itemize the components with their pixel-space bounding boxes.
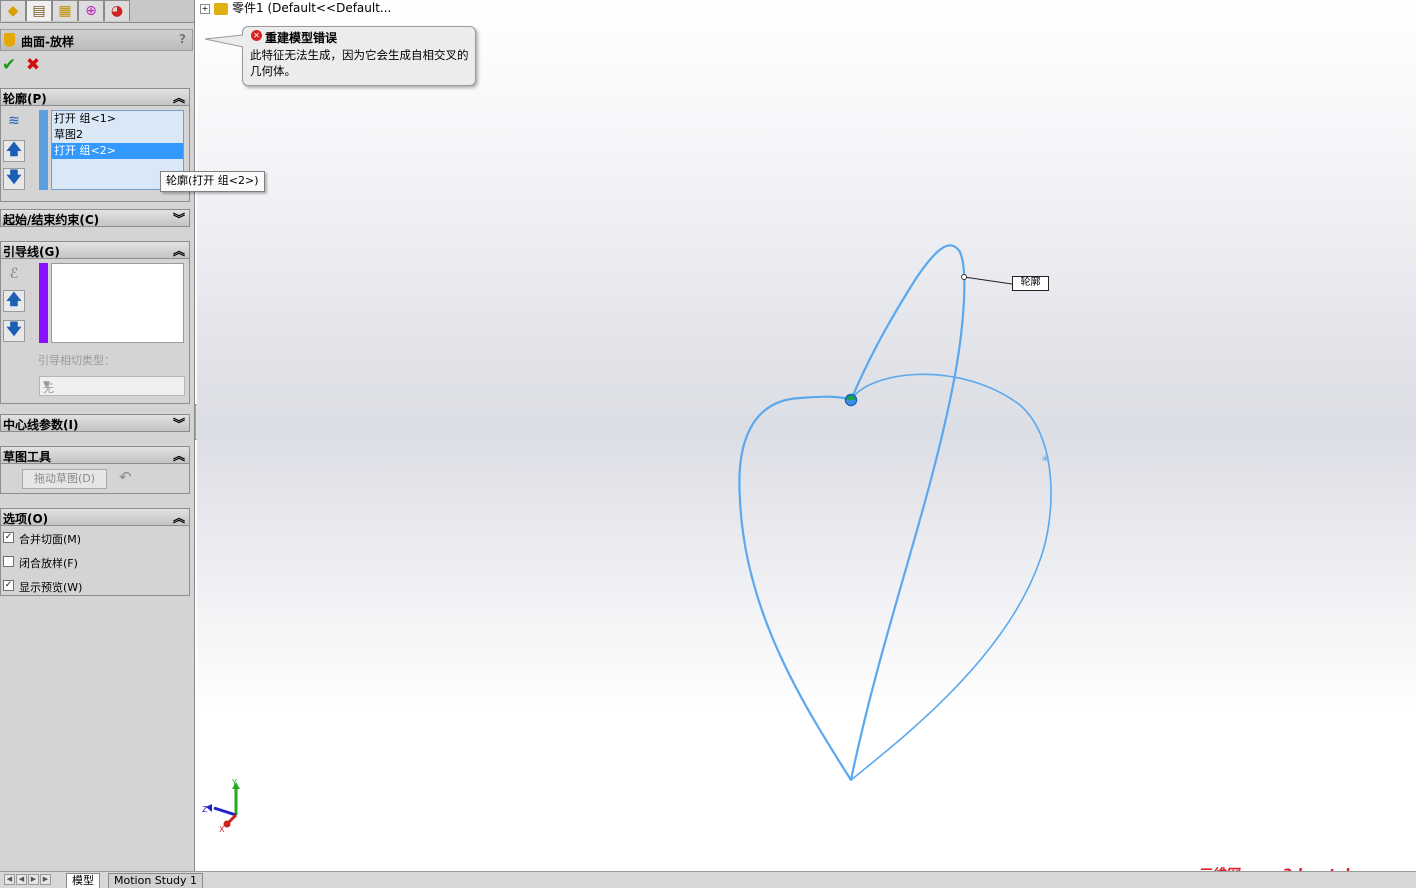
first-tab-arrow-icon[interactable]: ◀	[4, 874, 15, 885]
error-icon: ✕	[251, 30, 262, 41]
reference-triad: Y Z X	[202, 778, 240, 834]
profile-curve[interactable]	[738, 395, 852, 781]
part-icon	[214, 2, 228, 15]
prev-tab-arrow-icon[interactable]: ◀	[16, 874, 27, 885]
error-title: 重建模型错误	[265, 31, 338, 45]
part-name: 零件1 (Default<<Default...	[232, 1, 392, 15]
rebuild-error-callout: ✕ 重建模型错误 此特征无法生成，因为它会生成自相交叉的几何体。	[204, 26, 476, 86]
x-arrow-icon	[223, 820, 231, 828]
sketch-point-marker: ✳	[1041, 454, 1049, 465]
y-axis-label: Y	[231, 778, 237, 787]
loft-preview-drawing: ✳	[738, 244, 1052, 781]
last-tab-arrow-icon[interactable]: ▶	[40, 874, 51, 885]
tab-model[interactable]: 模型	[66, 873, 100, 888]
guide-curve[interactable]	[849, 244, 966, 781]
profile-callout-label[interactable]: 轮廓	[1012, 276, 1049, 291]
profile-tooltip: 轮廓(打开 组<2>)	[160, 171, 265, 192]
bottom-tab-bar: ◀ ◀ ▶ ▶ 模型 Motion Study 1	[0, 871, 1416, 888]
profile-label-leader	[963, 276, 1013, 285]
callout-pointer	[204, 34, 244, 48]
z-axis-label: Z	[202, 805, 208, 814]
x-axis-label: X	[219, 825, 225, 834]
next-tab-arrow-icon[interactable]: ▶	[28, 874, 39, 885]
error-message: 此特征无法生成，因为它会生成自相交叉的几何体。	[250, 48, 469, 78]
profile-curve-right[interactable]	[850, 373, 1052, 781]
tab-motion-study[interactable]: Motion Study 1	[108, 873, 204, 888]
endpoint-marker	[849, 777, 853, 781]
z-axis	[213, 806, 237, 817]
expand-tree-icon[interactable]: +	[200, 3, 210, 14]
feature-tree-root[interactable]: + 零件1 (Default<<Default...	[200, 0, 391, 16]
leader-anchor-point	[961, 274, 967, 280]
